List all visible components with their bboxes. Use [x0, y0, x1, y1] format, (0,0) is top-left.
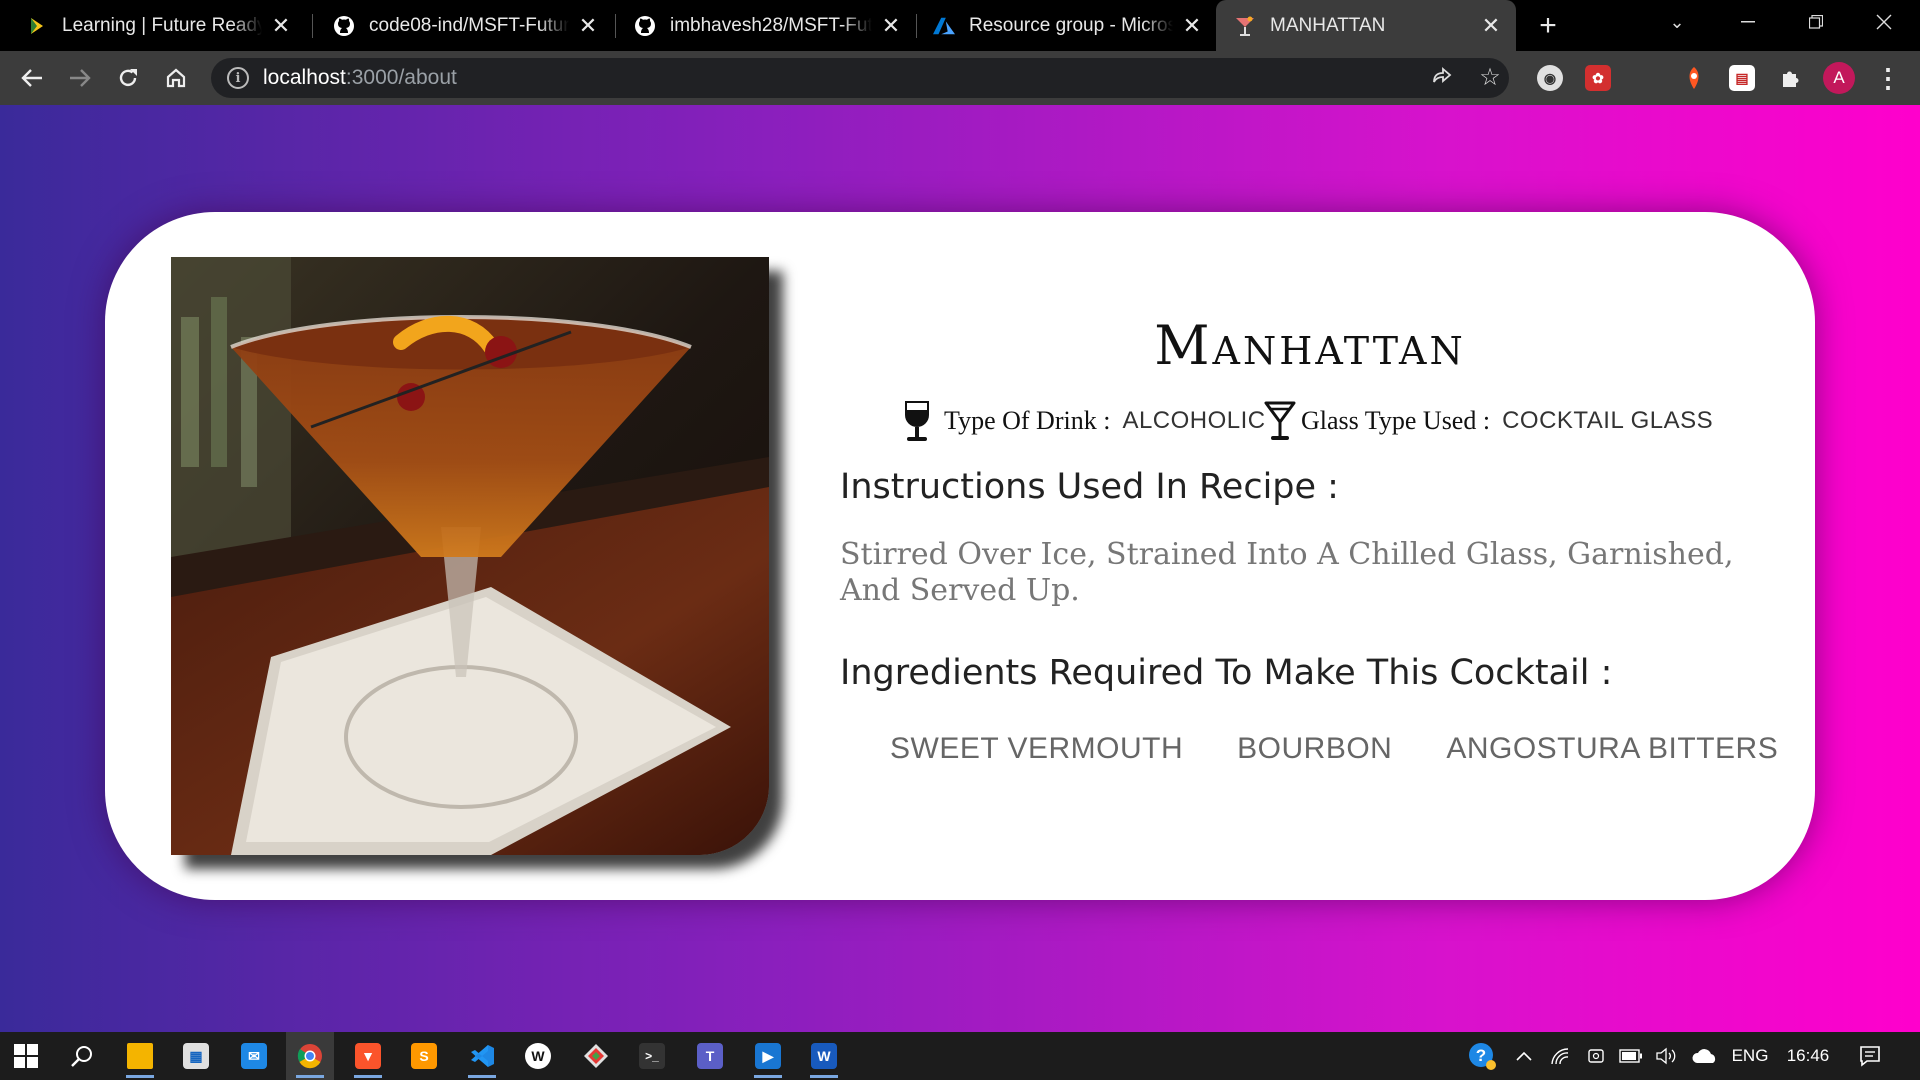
ingredient-item: ANGOSTURA BITTERS — [1446, 732, 1779, 765]
close-icon[interactable]: ✕ — [577, 13, 599, 38]
file-explorer-icon[interactable] — [116, 1032, 164, 1080]
drink-photo — [171, 257, 769, 855]
close-icon[interactable]: ✕ — [880, 13, 902, 38]
extension-icon[interactable]: ▤ — [1729, 65, 1755, 91]
cocktail-glass-icon — [1263, 398, 1297, 444]
extension-icon[interactable]: ◉ — [1537, 65, 1563, 91]
wifi-icon[interactable] — [1546, 1032, 1574, 1080]
ingredients-list: SWEET VERMOUTH BOURBON ANGOSTURA BITTERS — [890, 732, 1778, 766]
restore-icon[interactable] — [1784, 0, 1848, 44]
vscode-icon[interactable] — [458, 1032, 506, 1080]
chevron-up-icon[interactable] — [1510, 1032, 1538, 1080]
volume-icon[interactable] — [1652, 1032, 1682, 1080]
windows-start-icon[interactable] — [2, 1032, 50, 1080]
learning-icon — [26, 15, 48, 37]
github-icon — [634, 15, 656, 37]
minimize-icon[interactable] — [1716, 0, 1780, 44]
store-icon[interactable]: ▦ — [172, 1032, 220, 1080]
mail-icon[interactable]: ✉ — [230, 1032, 278, 1080]
ingredient-item: SWEET VERMOUTH — [890, 732, 1184, 765]
tab-github-imbhavesh[interactable]: imbhavesh28/MSFT-Future-Ready ✕ — [616, 0, 916, 51]
info-icon[interactable]: i — [227, 67, 249, 89]
forward-icon[interactable] — [60, 58, 100, 98]
browser-toolbar: i localhost:3000/about ☆ ◉ ✿ ▤ A ⋮ — [0, 51, 1920, 105]
terminal-icon[interactable]: >_ — [628, 1032, 676, 1080]
tab-search-icon[interactable]: ⌄ — [1645, 0, 1709, 44]
device-icon[interactable] — [1582, 1032, 1610, 1080]
tab-title: imbhavesh28/MSFT-Future-Ready — [670, 14, 872, 36]
reload-icon[interactable] — [108, 58, 148, 98]
tab-strip: Learning | Future Ready Talent ✕ code08-… — [0, 0, 1920, 51]
instructions-text: Stirred Over Ice, Strained Into A Chille… — [840, 537, 1734, 608]
url-path: :3000/about — [345, 66, 457, 89]
notifications-icon[interactable] — [1852, 1032, 1888, 1080]
brave-icon[interactable]: ▼ — [344, 1032, 392, 1080]
onedrive-cloud-icon[interactable] — [1688, 1032, 1722, 1080]
media-player-icon[interactable]: ▶ — [744, 1032, 792, 1080]
ingredient-item: BOURBON — [1237, 732, 1393, 765]
taskbar: ▦ ✉ ▼ S W >_ T ▶ W ? ENG 16:46 — [0, 1032, 1920, 1080]
close-window-icon[interactable] — [1852, 0, 1916, 44]
tab-title: Resource group - Microsoft Azure — [969, 14, 1173, 36]
puzzle-icon[interactable] — [1777, 65, 1803, 91]
chrome-icon[interactable] — [286, 1032, 334, 1080]
instructions-heading: Instructions Used In Recipe : — [840, 467, 1339, 507]
language-indicator[interactable]: ENG — [1728, 1032, 1772, 1080]
home-icon[interactable] — [156, 58, 196, 98]
glass-type-label: Glass Type Used : — [1301, 406, 1491, 435]
page-background: Manhattan Type Of Drink : ALCOHOLIC Glas… — [0, 105, 1920, 1032]
url-host: localhost — [263, 66, 346, 89]
ingredients-heading: Ingredients Required To Make This Cockta… — [840, 653, 1613, 693]
teams-icon[interactable]: T — [686, 1032, 734, 1080]
svg-text:?: ? — [1476, 1046, 1486, 1065]
tab-manhattan[interactable]: MANHATTAN ✕ — [1216, 0, 1516, 51]
close-icon[interactable]: ✕ — [1480, 13, 1502, 38]
battery-icon[interactable] — [1616, 1032, 1646, 1080]
wine-glass-icon — [900, 398, 934, 444]
tab-title: MANHATTAN — [1270, 14, 1386, 36]
tab-title: Learning | Future Ready Talent — [62, 14, 262, 36]
drink-title: Manhattan — [1154, 314, 1466, 377]
extension-icon[interactable]: ✿ — [1585, 65, 1611, 91]
git-icon[interactable] — [572, 1032, 620, 1080]
word-icon[interactable]: W — [800, 1032, 848, 1080]
new-tab-button[interactable]: + — [1530, 8, 1566, 44]
bookmark-star-icon[interactable]: ☆ — [1472, 59, 1508, 95]
drink-type-label: Type Of Drink : — [944, 406, 1111, 435]
share-icon[interactable] — [1424, 59, 1460, 95]
close-icon[interactable]: ✕ — [1181, 13, 1203, 38]
back-icon[interactable] — [12, 58, 52, 98]
tab-title: code08-ind/MSFT-Future-Ready-Talent — [369, 14, 569, 36]
glass-type: Glass Type Used : COCKTAIL GLASS — [1263, 398, 1713, 444]
tab-learning[interactable]: Learning | Future Ready Talent ✕ — [0, 0, 306, 51]
extension-icon[interactable] — [1633, 65, 1659, 91]
sublime-icon[interactable]: S — [400, 1032, 448, 1080]
drink-type-value: ALCOHOLIC — [1122, 407, 1266, 434]
profile-avatar[interactable]: A — [1823, 62, 1855, 94]
help-icon[interactable]: ? — [1464, 1032, 1500, 1080]
close-icon[interactable]: ✕ — [270, 13, 292, 38]
writer-icon[interactable]: W — [514, 1032, 562, 1080]
search-icon[interactable] — [58, 1032, 106, 1080]
tab-azure[interactable]: Resource group - Microsoft Azure ✕ — [917, 0, 1217, 51]
address-bar[interactable]: i localhost:3000/about — [211, 58, 1509, 98]
glass-type-value: COCKTAIL GLASS — [1502, 407, 1714, 434]
cocktail-icon — [1234, 15, 1256, 37]
azure-icon — [933, 15, 955, 37]
drink-type: Type Of Drink : ALCOHOLIC — [900, 398, 1266, 444]
menu-icon[interactable]: ⋮ — [1872, 62, 1904, 94]
drink-card: Manhattan Type Of Drink : ALCOHOLIC Glas… — [105, 212, 1815, 900]
clock[interactable]: 16:46 — [1780, 1032, 1836, 1080]
github-icon — [333, 15, 355, 37]
extension-icon[interactable] — [1681, 65, 1707, 91]
tab-github-code08[interactable]: code08-ind/MSFT-Future-Ready-Talent ✕ — [313, 0, 613, 51]
